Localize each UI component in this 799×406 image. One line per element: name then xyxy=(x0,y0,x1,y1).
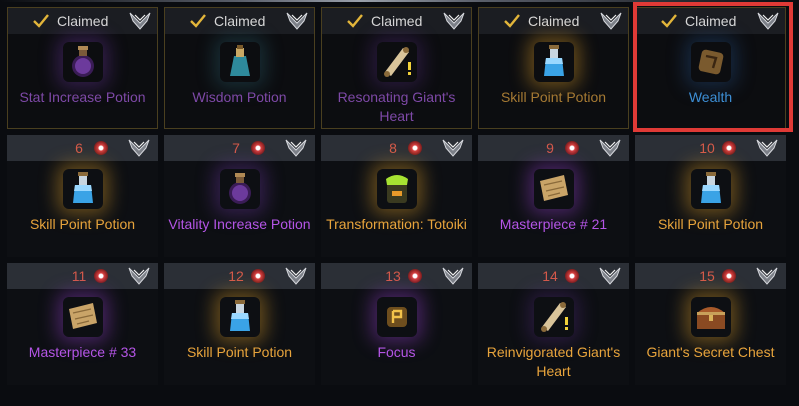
reward-cell[interactable]: Claimed Wisdom Potion xyxy=(164,7,315,129)
reward-name: Vitality Increase Potion xyxy=(168,216,311,232)
reward-cell[interactable]: 7 Vitality Increase Potion xyxy=(164,135,315,257)
red-orb-icon xyxy=(722,269,736,283)
red-orb-icon xyxy=(251,269,265,283)
reward-cell[interactable]: 8 Transformation: Totoiki xyxy=(321,135,472,257)
reward-number: 13 xyxy=(385,268,401,284)
rank-emblem-icon xyxy=(127,266,151,286)
reward-header: 6 xyxy=(7,135,158,161)
reward-number: 12 xyxy=(228,268,244,284)
reward-name: Stat Increase Potion xyxy=(19,89,146,105)
reward-number: 7 xyxy=(232,140,240,156)
blue-potion-icon xyxy=(63,169,103,209)
reward-header: Claimed xyxy=(8,8,157,34)
blue-potion-icon xyxy=(534,42,574,82)
blue-potion-icon xyxy=(220,297,260,337)
reward-header: Claimed xyxy=(322,8,471,34)
reward-cell[interactable]: 10 Skill Point Potion xyxy=(635,135,786,257)
rank-emblem-icon xyxy=(441,138,465,158)
reward-number: 9 xyxy=(546,140,554,156)
reward-name: Focus xyxy=(377,344,416,360)
red-orb-icon xyxy=(94,141,108,155)
claimed-label: Claimed xyxy=(214,13,266,29)
reward-name: Masterpiece # 21 xyxy=(499,216,608,232)
reward-header: Claimed xyxy=(165,8,314,34)
totoiki-icon xyxy=(377,169,417,209)
red-orb-icon xyxy=(251,141,265,155)
reward-name: Masterpiece # 33 xyxy=(28,344,137,360)
reward-header: 12 xyxy=(164,263,315,289)
red-orb-icon xyxy=(565,141,579,155)
reward-name: Wisdom Potion xyxy=(192,89,287,105)
chest-icon xyxy=(691,297,731,337)
reward-cell[interactable]: 11 Masterpiece # 33 xyxy=(7,263,158,385)
blue-potion-icon xyxy=(691,169,731,209)
checkmark-icon xyxy=(33,14,49,28)
rank-emblem-icon xyxy=(284,266,308,286)
reward-cell[interactable]: 12 Skill Point Potion xyxy=(164,263,315,385)
reward-header: 11 xyxy=(7,263,158,289)
purple-potion-icon xyxy=(220,169,260,209)
red-orb-icon xyxy=(722,141,736,155)
purple-potion-icon xyxy=(63,42,103,82)
checkmark-icon xyxy=(504,14,520,28)
rank-emblem-icon xyxy=(127,138,151,158)
checkmark-icon xyxy=(347,14,363,28)
reward-cell[interactable]: 6 Skill Point Potion xyxy=(7,135,158,257)
reward-number: 11 xyxy=(71,268,87,284)
reward-name: Skill Point Potion xyxy=(29,216,136,232)
claimed-label: Claimed xyxy=(528,13,580,29)
rank-emblem-icon xyxy=(755,266,779,286)
teal-potion-icon xyxy=(220,42,260,82)
selection-highlight xyxy=(633,2,793,132)
claimed-label: Claimed xyxy=(57,13,109,29)
rank-emblem-icon xyxy=(284,138,308,158)
rank-emblem-icon xyxy=(755,138,779,158)
rank-emblem-icon xyxy=(128,11,152,31)
reward-number: 14 xyxy=(542,268,558,284)
reward-header: 15 xyxy=(635,263,786,289)
rank-emblem-icon xyxy=(598,266,622,286)
reward-cell[interactable]: 9 Masterpiece # 21 xyxy=(478,135,629,257)
reward-name: Skill Point Potion xyxy=(186,344,293,360)
reward-name: Transformation: Totoiki xyxy=(326,216,467,232)
reward-cell[interactable]: Claimed Stat Increase Potion xyxy=(7,7,158,129)
reward-cell[interactable]: Claimed Resonating Giant's Heart xyxy=(321,7,472,129)
reward-cell[interactable]: 13 Focus xyxy=(321,263,472,385)
red-orb-icon xyxy=(408,141,422,155)
reward-cell[interactable]: 15 Giant's Secret Chest xyxy=(635,263,786,385)
rank-emblem-icon xyxy=(598,138,622,158)
reward-header: Claimed xyxy=(479,8,628,34)
rank-emblem-icon xyxy=(441,266,465,286)
reward-header: 7 xyxy=(164,135,315,161)
reward-number: 10 xyxy=(699,140,715,156)
red-orb-icon xyxy=(565,269,579,283)
reward-number: 8 xyxy=(389,140,397,156)
reward-name: Reinvigorated Giant's Heart xyxy=(486,344,621,379)
reward-header: 13 xyxy=(321,263,472,289)
reward-name: Resonating Giant's Heart xyxy=(337,89,456,124)
red-orb-icon xyxy=(94,269,108,283)
reward-header: 9 xyxy=(478,135,629,161)
red-orb-icon xyxy=(408,269,422,283)
map-icon xyxy=(63,297,103,337)
reward-number: 15 xyxy=(699,268,715,284)
reward-name: Skill Point Potion xyxy=(500,89,607,105)
reward-header: 10 xyxy=(635,135,786,161)
reward-number: 6 xyxy=(75,140,83,156)
reward-cell[interactable]: 14 Reinvigorated Giant's Heart xyxy=(478,263,629,385)
rank-emblem-icon xyxy=(599,11,623,31)
map-icon xyxy=(534,169,574,209)
checkmark-icon xyxy=(190,14,206,28)
reward-name: Skill Point Potion xyxy=(657,216,764,232)
focus-rune-icon xyxy=(377,297,417,337)
scroll-icon xyxy=(534,297,574,337)
reward-header: 14 xyxy=(478,263,629,289)
claimed-label: Claimed xyxy=(371,13,423,29)
rank-emblem-icon xyxy=(285,11,309,31)
reward-cell[interactable]: Claimed Skill Point Potion xyxy=(478,7,629,129)
scroll-icon xyxy=(377,42,417,82)
rank-emblem-icon xyxy=(442,11,466,31)
reward-header: 8 xyxy=(321,135,472,161)
reward-name: Giant's Secret Chest xyxy=(646,344,775,360)
